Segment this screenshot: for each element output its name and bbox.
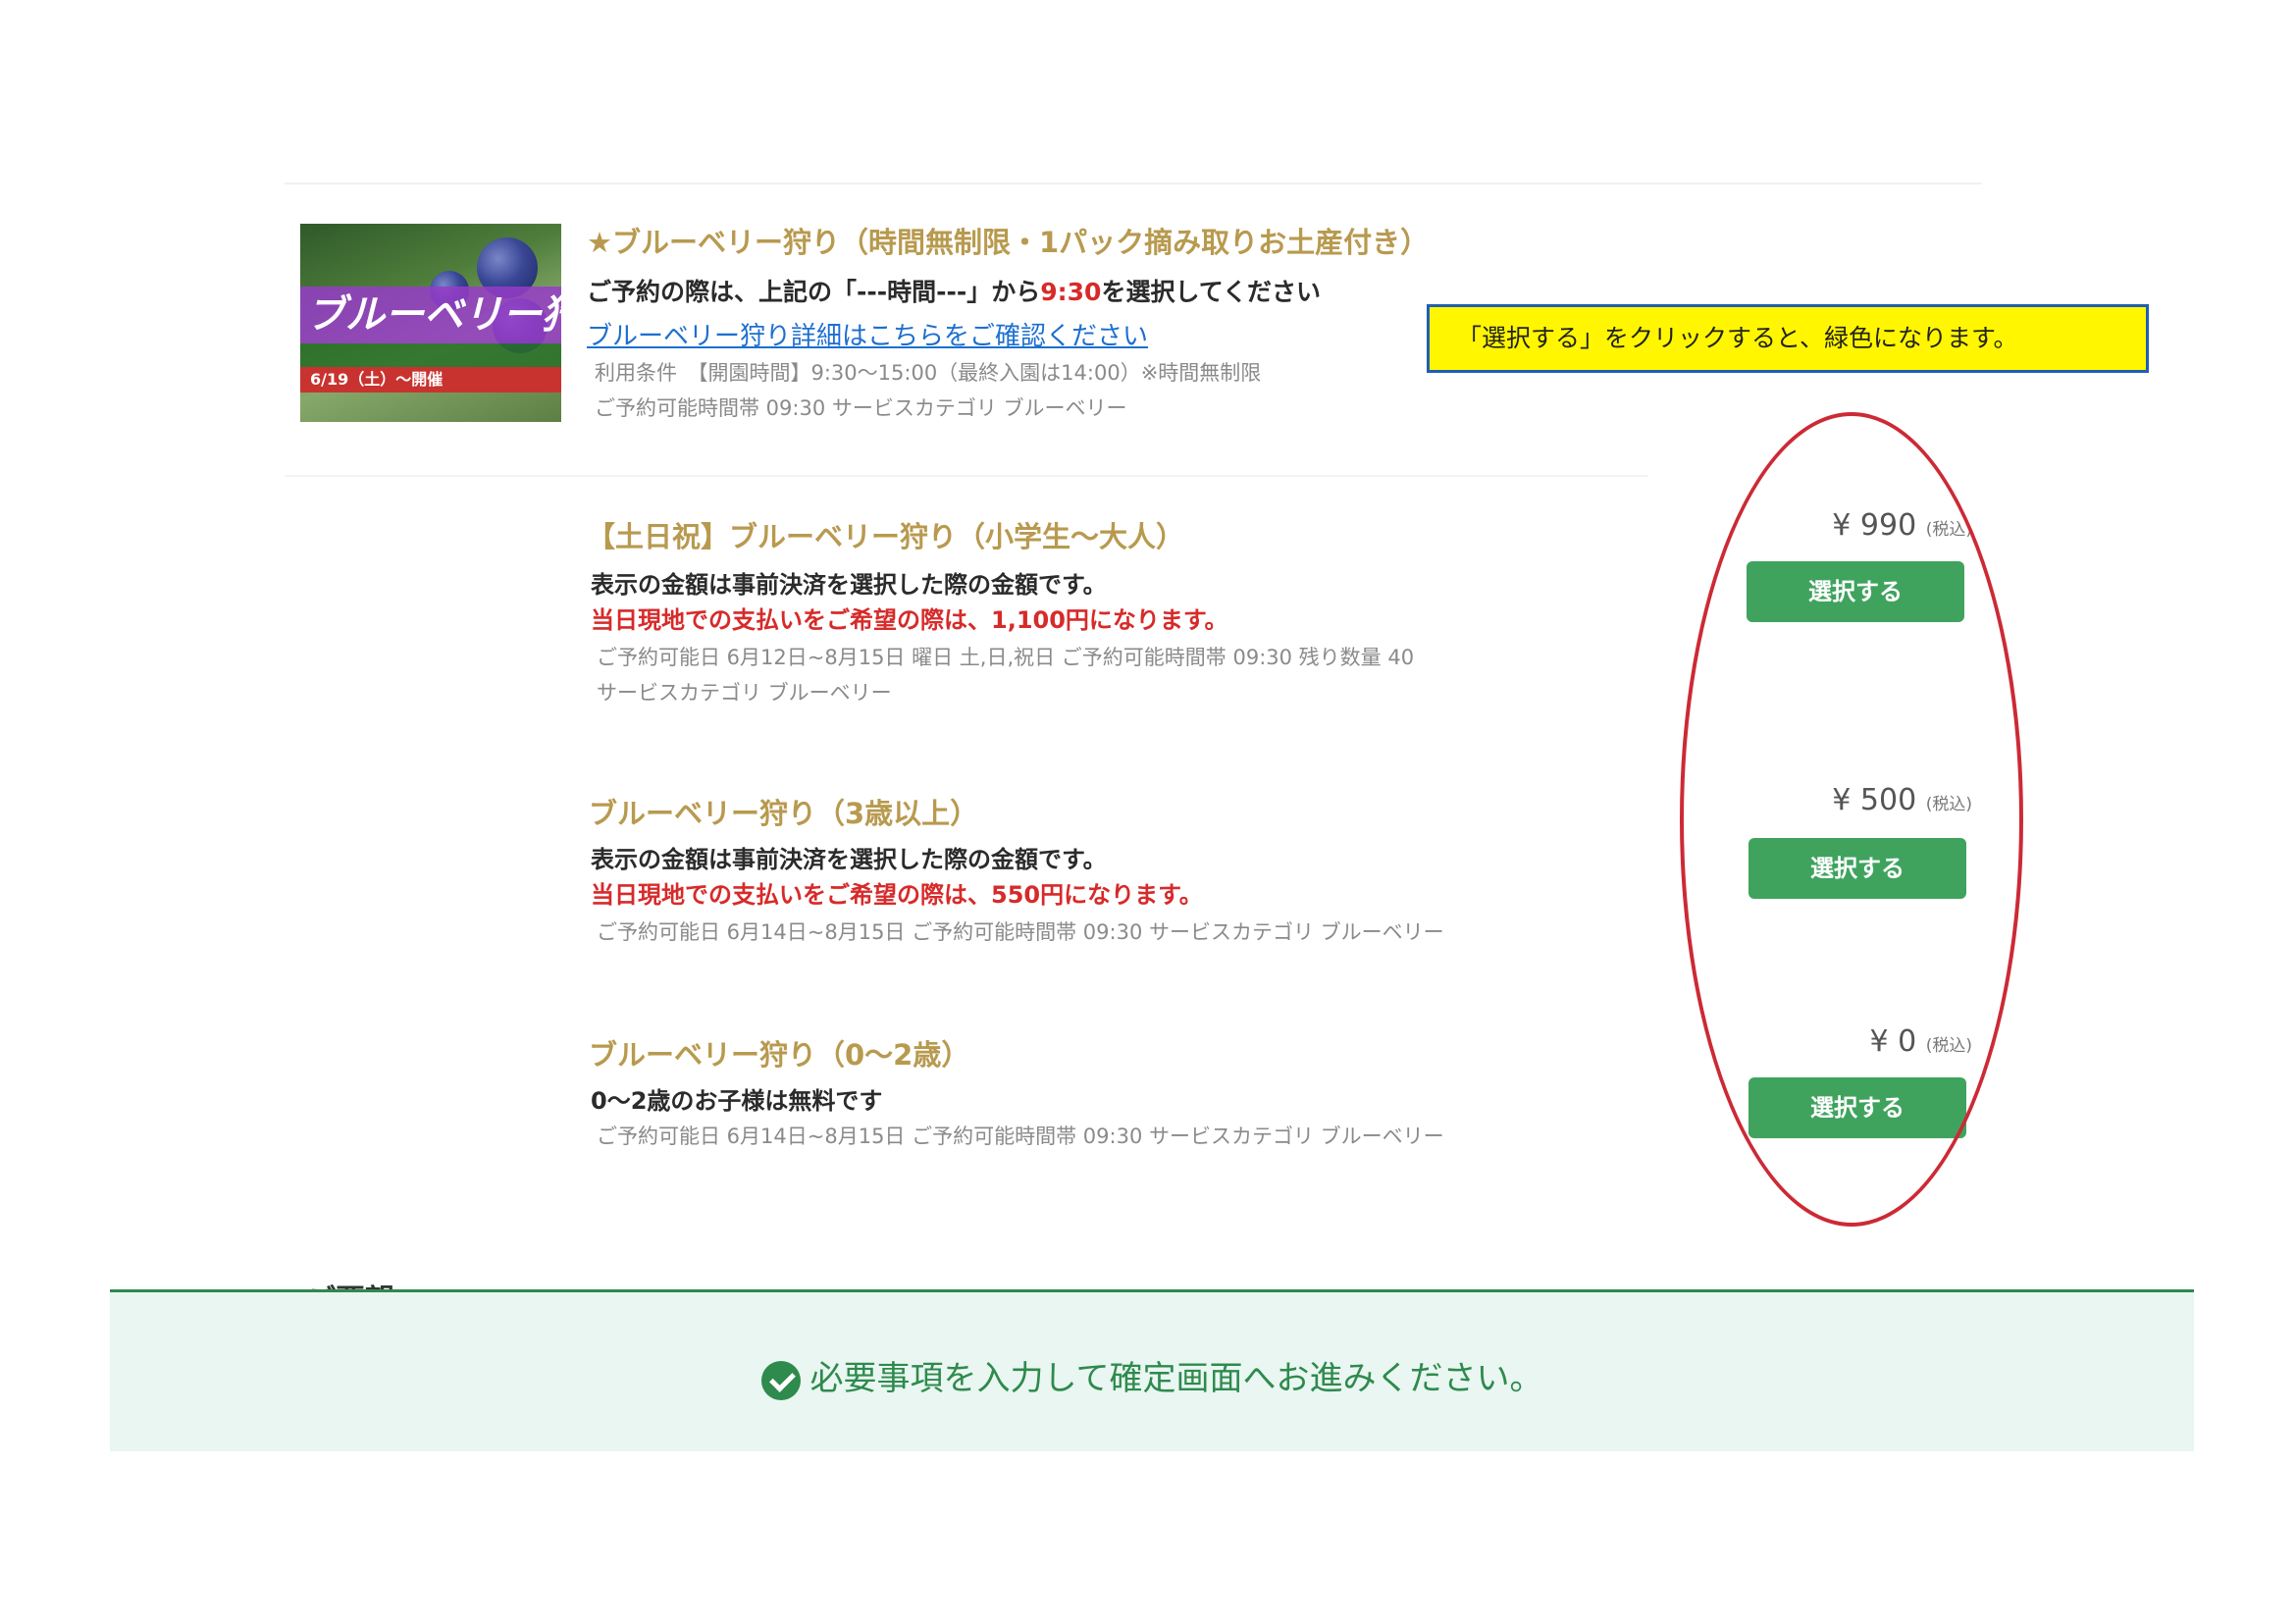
option-note: 0〜2歳のお子様は無料です	[591, 1087, 883, 1115]
plan-conditions: 利用条件 【開園時間】9:30〜15:00（最終入園は14:00）※時間無制限	[595, 361, 1262, 385]
option-meta: ご予約可能日 6月12日~8月15日 曜日 土,日,祝日 ご予約可能時間帯 09…	[597, 646, 1415, 669]
plan-thumbnail: ブルーベリー狩り 6/19（土）〜開催	[300, 224, 561, 422]
highlight-ellipse	[1680, 412, 2023, 1227]
instruction-note: 「選択する」をクリックすると、緑色になります。	[1427, 304, 2149, 373]
option-meta: ご予約可能日 6月14日~8月15日 ご予約可能時間帯 09:30 サービスカテ…	[597, 920, 1444, 944]
plan-meta: ご予約可能時間帯 09:30 サービスカテゴリ ブルーベリー	[595, 396, 1127, 420]
option-note: 表示の金額は事前決済を選択した際の金額です。	[591, 846, 1107, 873]
option-note: 表示の金額は事前決済を選択した際の金額です。	[591, 571, 1107, 599]
proceed-banner: 必要事項を入力して確定画面へお進みください。	[110, 1289, 2194, 1451]
detail-link[interactable]: ブルーベリー狩り詳細はこちらをご確認ください	[587, 316, 1148, 352]
thumbnail-date: 6/19（土）〜開催	[300, 367, 561, 393]
top-divider	[285, 183, 1982, 184]
instruction-time: 9:30	[1040, 278, 1102, 306]
plan-instruction: ご予約の際は、上記の「---時間---」から9:30を選択してください	[587, 273, 1321, 308]
banner-text: 必要事項を入力して確定画面へお進みください。	[809, 1359, 1543, 1398]
option-meta: ご予約可能日 6月14日~8月15日 ご予約可能時間帯 09:30 サービスカテ…	[597, 1125, 1444, 1148]
thumbnail-strip	[300, 343, 561, 367]
plan-title: ★ブルーベリー狩り（時間無制限・1パック摘み取りお土産付き）	[587, 226, 1430, 259]
option-warning: 当日現地での支払いをご希望の際は、550円になります。	[591, 881, 1203, 909]
instruction-text-suffix: を選択してください	[1101, 278, 1321, 306]
check-circle-icon	[760, 1360, 801, 1400]
option-title: ブルーベリー狩り（3歳以上）	[589, 797, 979, 830]
section-divider	[285, 475, 1648, 477]
option-title: 【土日祝】ブルーベリー狩り（小学生〜大人）	[587, 520, 1185, 553]
banner-message: 必要事項を入力して確定画面へお進みください。	[110, 1351, 2194, 1400]
option-title: ブルーベリー狩り（0〜2歳）	[589, 1038, 970, 1072]
thumbnail-title: ブルーベリー狩り	[300, 287, 561, 343]
option-meta-category: サービスカテゴリ ブルーベリー	[597, 681, 892, 705]
instruction-text: ご予約の際は、上記の「---時間---」から	[587, 278, 1041, 306]
option-warning: 当日現地での支払いをご希望の際は、1,100円になります。	[591, 606, 1228, 634]
